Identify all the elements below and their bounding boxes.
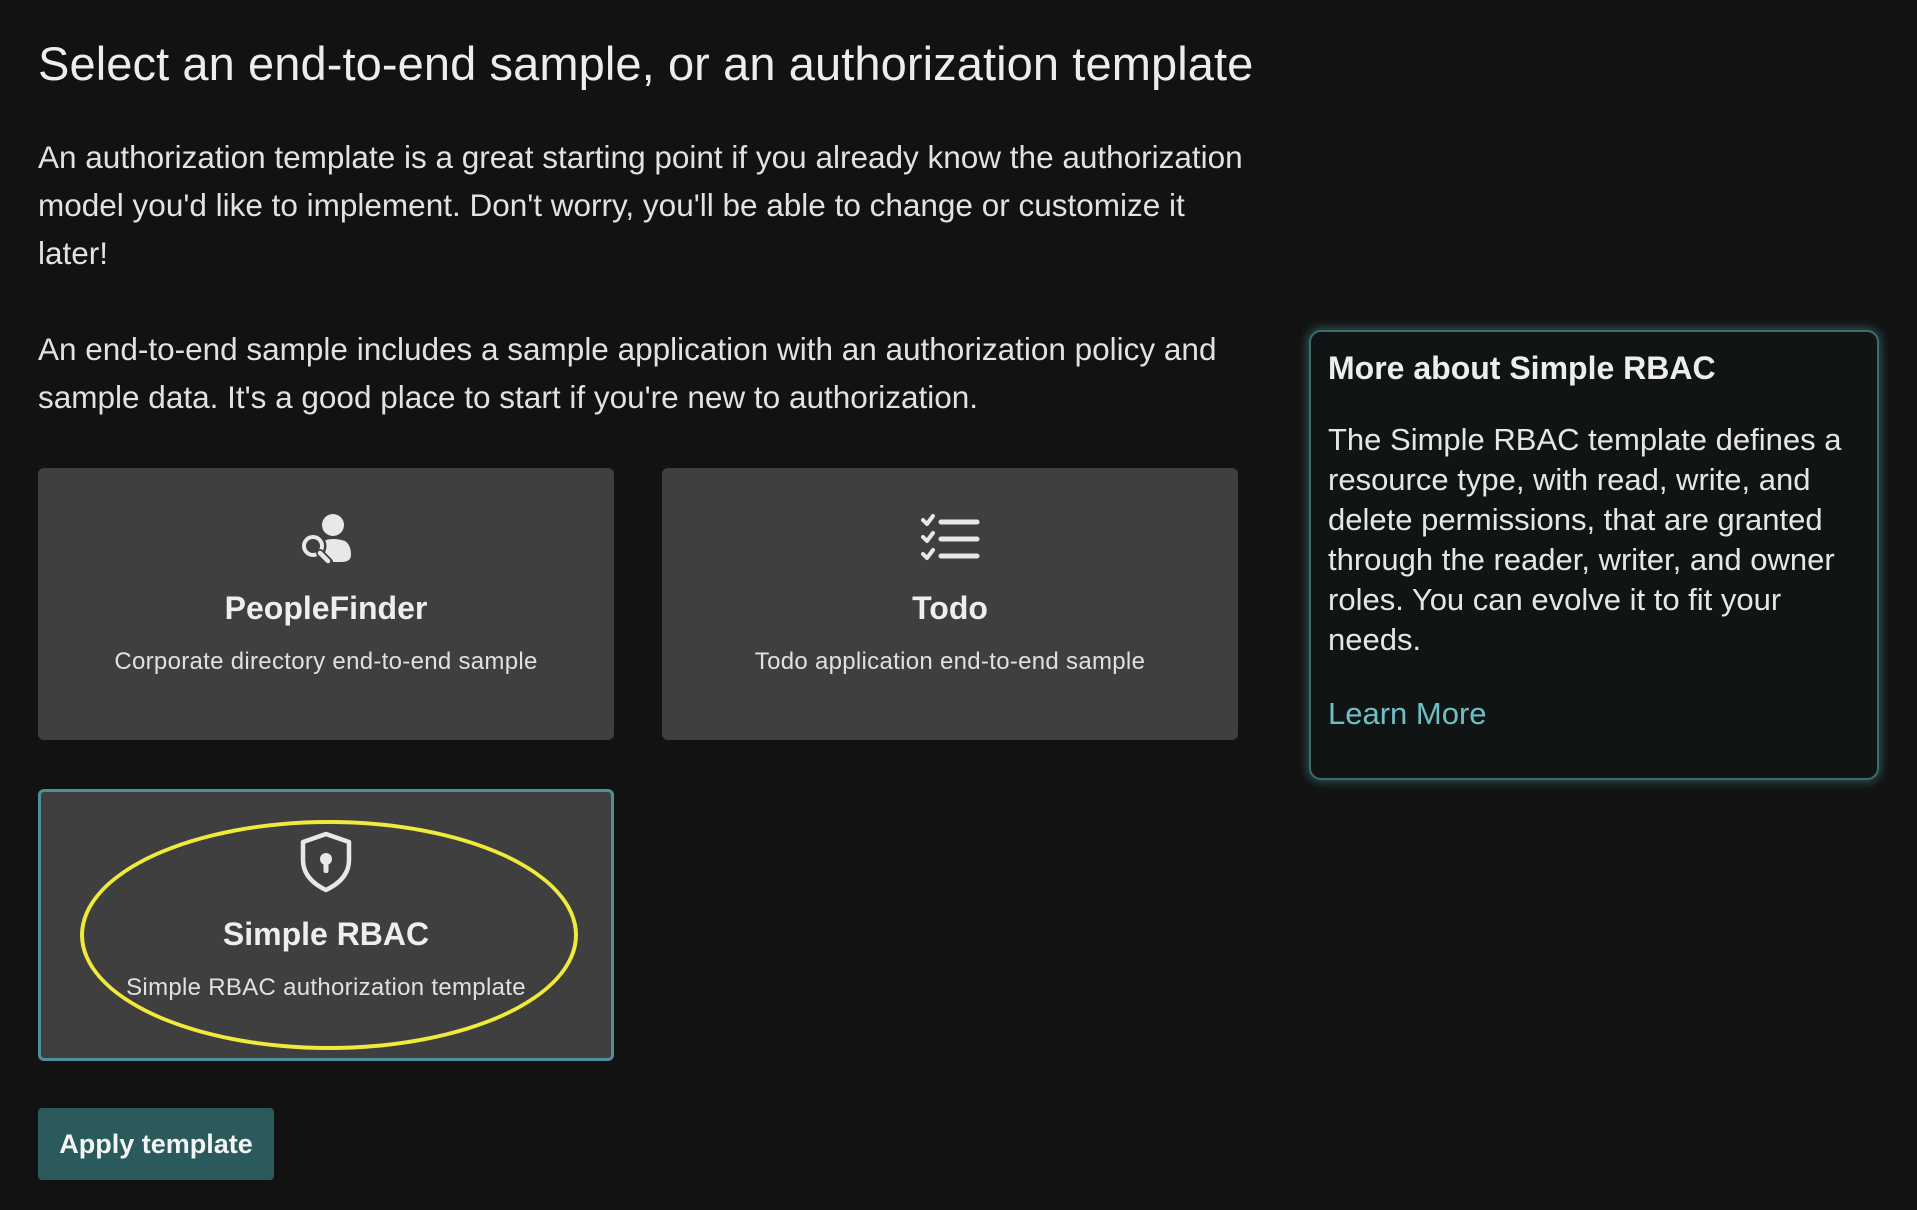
sample-intro-paragraph: An end-to-end sample includes a sample a…	[38, 331, 1217, 415]
info-panel-body: The Simple RBAC template defines a resou…	[1328, 422, 1842, 657]
card-description: Simple RBAC authorization template	[126, 974, 526, 1001]
people-search-icon	[293, 508, 359, 574]
info-panel: More about Simple RBAC The Simple RBAC t…	[1309, 330, 1879, 780]
card-todo[interactable]: Todo Todo application end-to-end sample	[662, 468, 1238, 740]
apply-template-button[interactable]: Apply template	[38, 1108, 274, 1180]
card-description: Todo application end-to-end sample	[754, 648, 1146, 675]
card-description: Corporate directory end-to-end sample	[114, 648, 538, 675]
template-intro-paragraph: An authorization template is a great sta…	[38, 139, 1243, 271]
card-peoplefinder[interactable]: PeopleFinder Corporate directory end-to-…	[38, 468, 614, 740]
template-selection-page: Select an end-to-end sample, or an autho…	[0, 0, 1917, 1210]
card-title: PeopleFinder	[224, 590, 428, 626]
learn-more-link[interactable]: Learn More	[1328, 696, 1487, 732]
info-panel-title: More about Simple RBAC	[1328, 350, 1716, 386]
page-title: Select an end-to-end sample, or an autho…	[38, 37, 1254, 90]
card-simple-rbac[interactable]: Simple RBAC Simple RBAC authorization te…	[38, 789, 614, 1061]
card-title: Todo	[912, 590, 988, 626]
checklist-icon	[917, 508, 983, 574]
card-title: Simple RBAC	[222, 916, 430, 952]
shield-lock-icon	[293, 829, 359, 895]
